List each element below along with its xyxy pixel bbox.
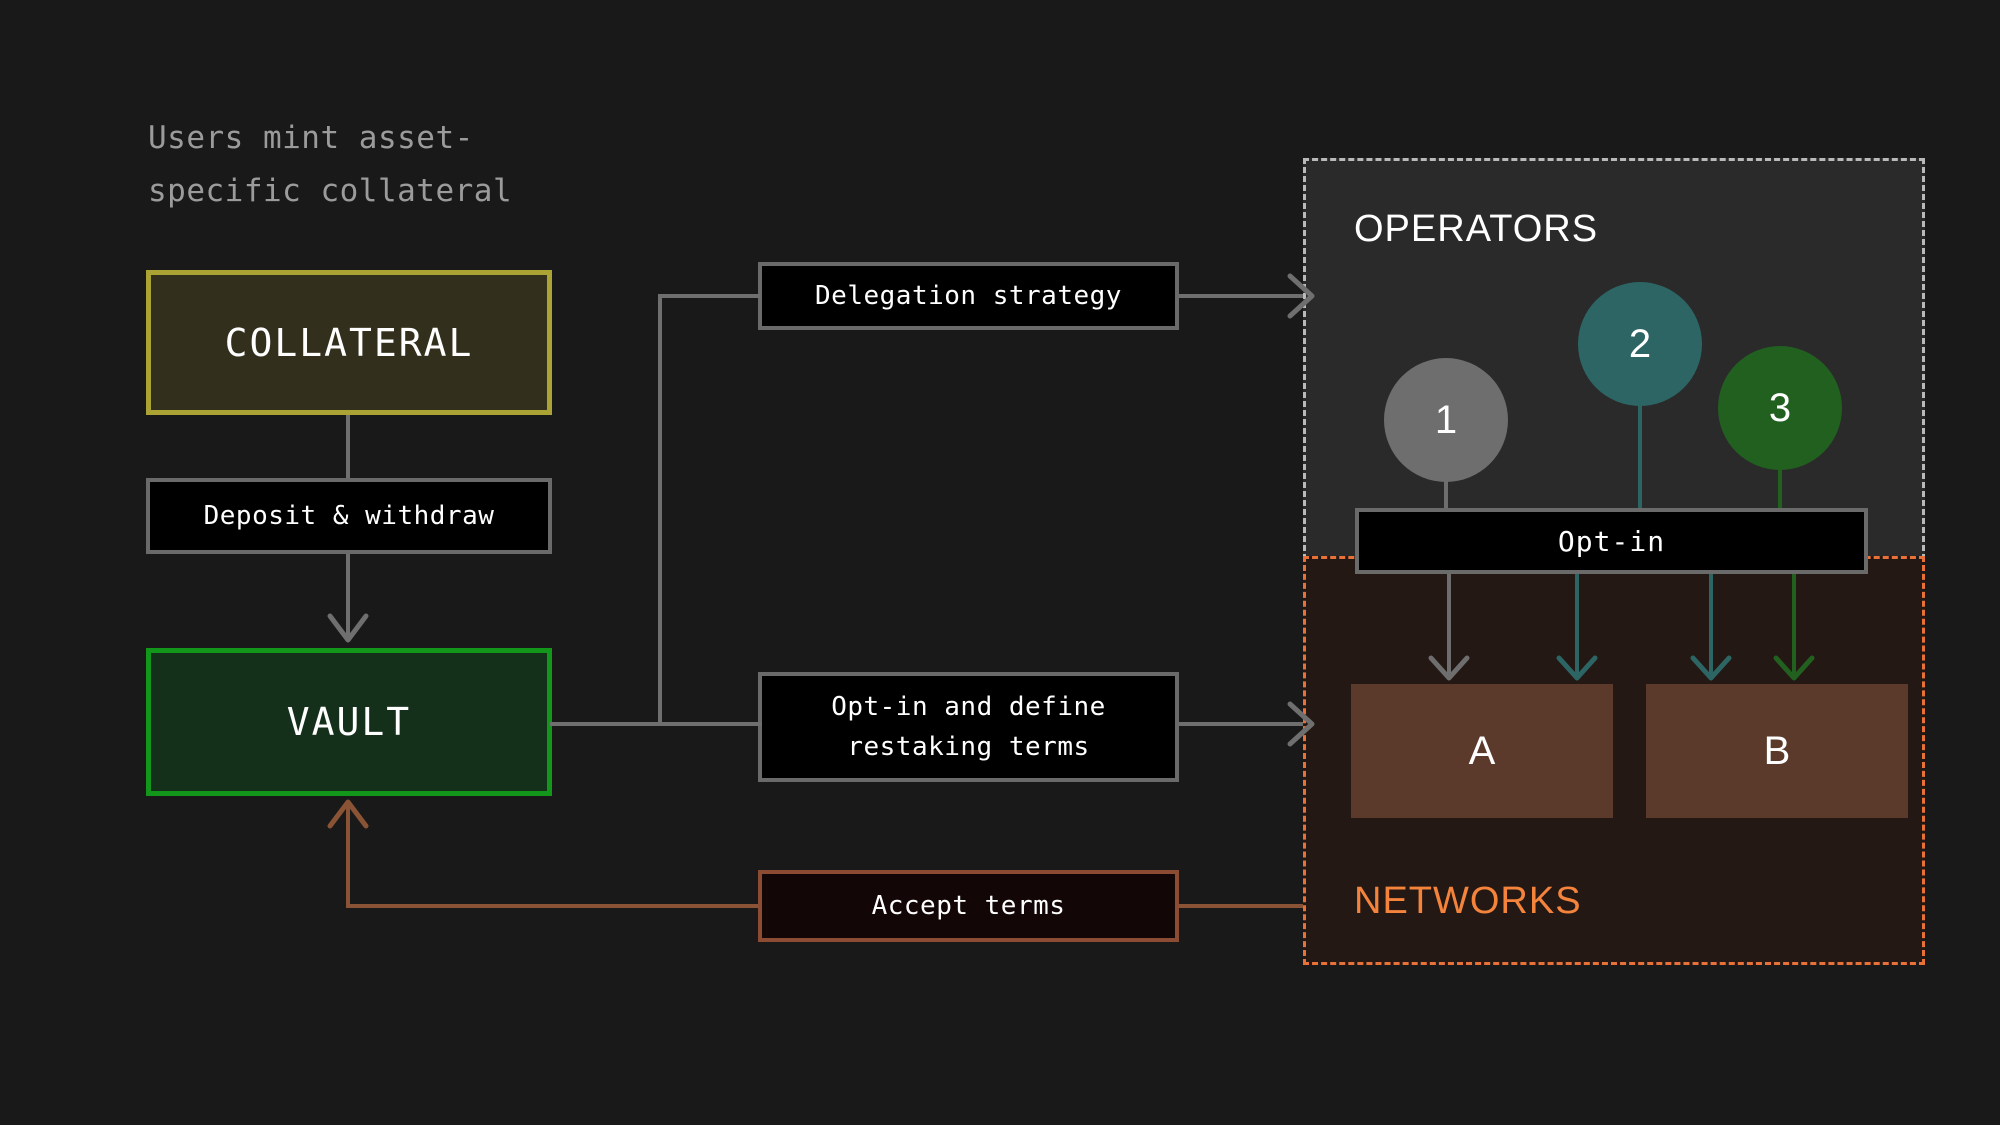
node-collateral[interactable]: COLLATERAL: [146, 270, 552, 415]
connector-operator-2-stem: [1638, 394, 1642, 510]
connector-delegation-to-operators: [1179, 294, 1315, 298]
connector-trunk-to-delegation: [658, 294, 760, 298]
network-box-a[interactable]: A: [1351, 684, 1613, 818]
connector-vault-to-optin-terms: [550, 722, 762, 726]
connector-trunk-vertical: [658, 294, 662, 726]
edge-label-optin-terms-text: Opt-in and define restaking terms: [831, 687, 1106, 767]
edge-label-delegation-strategy[interactable]: Delegation strategy: [758, 262, 1179, 330]
connector-accept-to-vault-vertical: [346, 806, 350, 906]
diagram-canvas: Users mint asset- specific collateral CO…: [0, 0, 2000, 1125]
group-operators-title: OPERATORS: [1354, 208, 1598, 251]
connector-optin-to-network-a-teal: [1575, 574, 1579, 674]
connector-optin-to-network-b-teal: [1709, 574, 1713, 674]
connector-collateral-deposit: [346, 415, 350, 478]
node-collateral-label: COLLATERAL: [225, 321, 474, 365]
edge-label-deposit-withdraw-text: Deposit & withdraw: [204, 496, 495, 536]
connector-optin-to-network-a-gray: [1447, 574, 1451, 674]
edge-label-deposit-withdraw[interactable]: Deposit & withdraw: [146, 478, 552, 554]
connector-optin-to-networks: [1179, 722, 1315, 726]
network-box-b[interactable]: B: [1646, 684, 1908, 818]
connector-operator-3-stem: [1778, 458, 1782, 510]
operator-circle-2[interactable]: 2: [1578, 282, 1702, 406]
connector-deposit-vault: [346, 554, 350, 640]
optin-bar-overlay[interactable]: Opt-in: [1355, 508, 1868, 574]
optin-bar-overlay-label: Opt-in: [1558, 525, 1665, 558]
edge-label-delegation-strategy-text: Delegation strategy: [815, 276, 1122, 316]
operator-circle-3[interactable]: 3: [1718, 346, 1842, 470]
operator-circle-1[interactable]: 1: [1384, 358, 1508, 482]
connector-accept-to-vault-horizontal: [346, 904, 758, 908]
edge-label-accept-terms-text: Accept terms: [872, 886, 1066, 926]
network-box-a-label: A: [1469, 729, 1496, 774]
edge-label-optin-terms[interactable]: Opt-in and define restaking terms: [758, 672, 1179, 782]
node-vault-label: VAULT: [287, 700, 411, 744]
caption-users-mint: Users mint asset- specific collateral: [148, 112, 568, 218]
operator-circle-2-label: 2: [1629, 322, 1651, 367]
connector-operator-1-stem: [1444, 470, 1448, 510]
operator-circle-3-label: 3: [1769, 386, 1791, 431]
operator-circle-1-label: 1: [1435, 398, 1457, 443]
edge-label-accept-terms[interactable]: Accept terms: [758, 870, 1179, 942]
group-networks-title: NETWORKS: [1354, 880, 1582, 923]
connector-networks-to-accept: [1179, 904, 1306, 908]
network-box-b-label: B: [1764, 729, 1791, 774]
connector-optin-to-network-b-green: [1792, 574, 1796, 674]
node-vault[interactable]: VAULT: [146, 648, 552, 796]
